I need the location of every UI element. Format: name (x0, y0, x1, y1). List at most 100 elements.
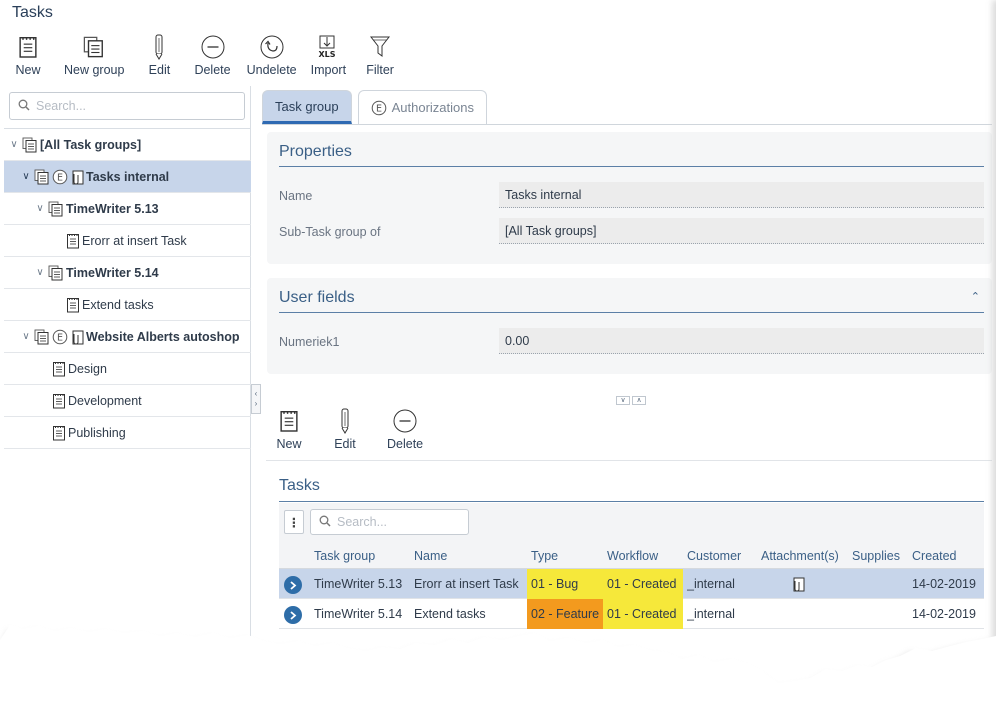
tree-item-timewriter-514[interactable]: ∨ TimeWriter 5.14 (4, 257, 251, 289)
task-group-icon (34, 169, 50, 185)
task-group-icon (22, 137, 38, 153)
xls-badge: XLS (319, 50, 336, 59)
col-type[interactable]: Type (531, 549, 558, 563)
e-circle-icon (52, 169, 68, 185)
table-row[interactable]: TimeWriter 5.13 Erorr at insert Task 01 … (279, 569, 984, 599)
undelete-button[interactable]: Undelete (241, 34, 303, 82)
numeriek1-field[interactable]: 0.00 (499, 328, 984, 354)
tasks-title: Tasks (279, 477, 320, 494)
chevron-down-icon[interactable]: ∨ (20, 171, 32, 182)
name-field[interactable]: Tasks internal (499, 182, 984, 208)
tab-task-group[interactable]: Task group (262, 90, 352, 124)
new-button[interactable]: New (8, 34, 48, 82)
task-icon (52, 361, 66, 377)
edit-button[interactable]: Edit (139, 34, 179, 82)
row-open-button[interactable] (284, 576, 302, 594)
chevron-down-icon[interactable]: ∨ (34, 203, 46, 214)
delete-task-button[interactable]: Delete (378, 408, 432, 451)
cell-type: 02 - Feature (527, 599, 603, 629)
grid-menu-button[interactable]: ⋮ (284, 510, 304, 534)
col-name[interactable]: Name (414, 549, 447, 563)
tree-item-publishing[interactable]: Publishing (4, 417, 251, 449)
cell-type: 01 - Bug (527, 569, 603, 599)
properties-section: Properties Name Tasks internal Sub-Task … (267, 132, 992, 264)
tree-item-label: Tasks internal (86, 169, 170, 184)
cell-workflow: 01 - Created (603, 599, 683, 629)
col-created[interactable]: Created (912, 549, 956, 563)
section-divider (279, 312, 984, 313)
tabs-divider (262, 124, 992, 125)
chevron-right-icon (290, 580, 297, 590)
col-supplies[interactable]: Supplies (852, 549, 900, 563)
grid-toolbar: ⋮ (279, 503, 984, 541)
chevron-down-icon[interactable]: ∨ (616, 396, 630, 405)
attachment-doc-icon (70, 169, 84, 185)
numeriek1-label: Numeriek1 (279, 335, 340, 349)
pencil-icon (145, 34, 173, 60)
tree-item-tasks-internal[interactable]: ∨ Tasks internal (4, 161, 251, 193)
new-task-button-label: New (276, 437, 302, 451)
vertical-dots-icon: ⋮ (287, 515, 301, 530)
tree-item-label: [All Task groups] (40, 137, 142, 152)
tab-authorizations[interactable]: Authorizations (357, 90, 487, 124)
edit-button-label: Edit (148, 63, 171, 77)
cell-created: 14-02-2019 (912, 607, 976, 621)
filter-button[interactable]: Filter (360, 34, 400, 82)
funnel-icon (366, 34, 394, 60)
attachment-icon[interactable] (791, 576, 805, 592)
collapse-up-icon[interactable]: ⌃ (971, 290, 980, 303)
new-button-label: New (15, 63, 41, 77)
tree-item-label: Development (68, 393, 142, 408)
edit-task-button[interactable]: Edit (322, 408, 368, 451)
import-button-label: Import (310, 63, 347, 77)
new-task-button[interactable]: New (266, 408, 312, 451)
cell-task-group: TimeWriter 5.14 (314, 607, 403, 621)
tasks-grid-section: Tasks ⋮ Task group Name Type Workflow Cu… (266, 460, 992, 660)
tree-search-box[interactable] (9, 92, 245, 120)
section-title: User fields (279, 289, 355, 306)
tree-item-website-alberts-autoshop[interactable]: ∨ Website Alberts autoshop (4, 321, 251, 353)
minus-circle-icon (199, 34, 227, 60)
task-icon (52, 393, 66, 409)
grid-search-input[interactable] (337, 515, 457, 529)
chevron-up-icon[interactable]: ∧ (632, 396, 646, 405)
col-task-group[interactable]: Task group (314, 549, 375, 563)
panel-collapse-toggle[interactable]: ‹ › (251, 384, 261, 414)
tree-item-all-task-groups[interactable]: ∨ [All Task groups] (4, 129, 251, 161)
tab-label: Authorizations (391, 100, 474, 115)
section-title: Properties (279, 143, 352, 160)
task-group-icon (48, 201, 64, 217)
e-circle-icon (52, 329, 68, 345)
splitter-toggle[interactable]: ∨ ∧ (616, 396, 648, 406)
tree-item-timewriter-513[interactable]: ∨ TimeWriter 5.13 (4, 193, 251, 225)
import-button[interactable]: XLS Import (305, 34, 352, 82)
undo-circle-icon (258, 34, 286, 60)
tasks-app-window: Tasks New New group Edit Delete Undelete… (0, 0, 992, 701)
tree-item-extend-tasks[interactable]: Extend tasks (4, 289, 251, 321)
tree-item-design[interactable]: Design (4, 353, 251, 385)
cell-name: Extend tasks (414, 607, 486, 621)
chevron-down-icon[interactable]: ∨ (20, 331, 32, 342)
col-attachments[interactable]: Attachment(s) (761, 549, 839, 563)
tree-item-erorr-at-insert-task[interactable]: Erorr at insert Task (4, 225, 251, 257)
delete-button[interactable]: Delete (188, 34, 236, 82)
tree-search-input[interactable] (36, 99, 226, 113)
new-group-button[interactable]: New group (58, 34, 130, 82)
sub-task-group-field[interactable]: [All Task groups] (499, 218, 984, 244)
cell-attachments[interactable] (791, 569, 811, 599)
window-title: Tasks (12, 4, 53, 21)
chevron-down-icon[interactable]: ∨ (8, 139, 20, 150)
new-icon (14, 34, 42, 60)
tree-item-label: TimeWriter 5.14 (66, 265, 159, 280)
col-customer[interactable]: Customer (687, 549, 741, 563)
grid-search-box[interactable] (310, 509, 469, 535)
col-workflow[interactable]: Workflow (607, 549, 658, 563)
row-open-button[interactable] (284, 606, 302, 624)
import-xls-icon: XLS (314, 34, 342, 60)
section-divider (279, 166, 984, 167)
edit-task-button-label: Edit (334, 437, 356, 451)
chevron-down-icon[interactable]: ∨ (34, 267, 46, 278)
tree-item-development[interactable]: Development (4, 385, 251, 417)
table-row[interactable]: TimeWriter 5.14 Extend tasks 02 - Featur… (279, 599, 984, 629)
search-icon (319, 515, 331, 530)
